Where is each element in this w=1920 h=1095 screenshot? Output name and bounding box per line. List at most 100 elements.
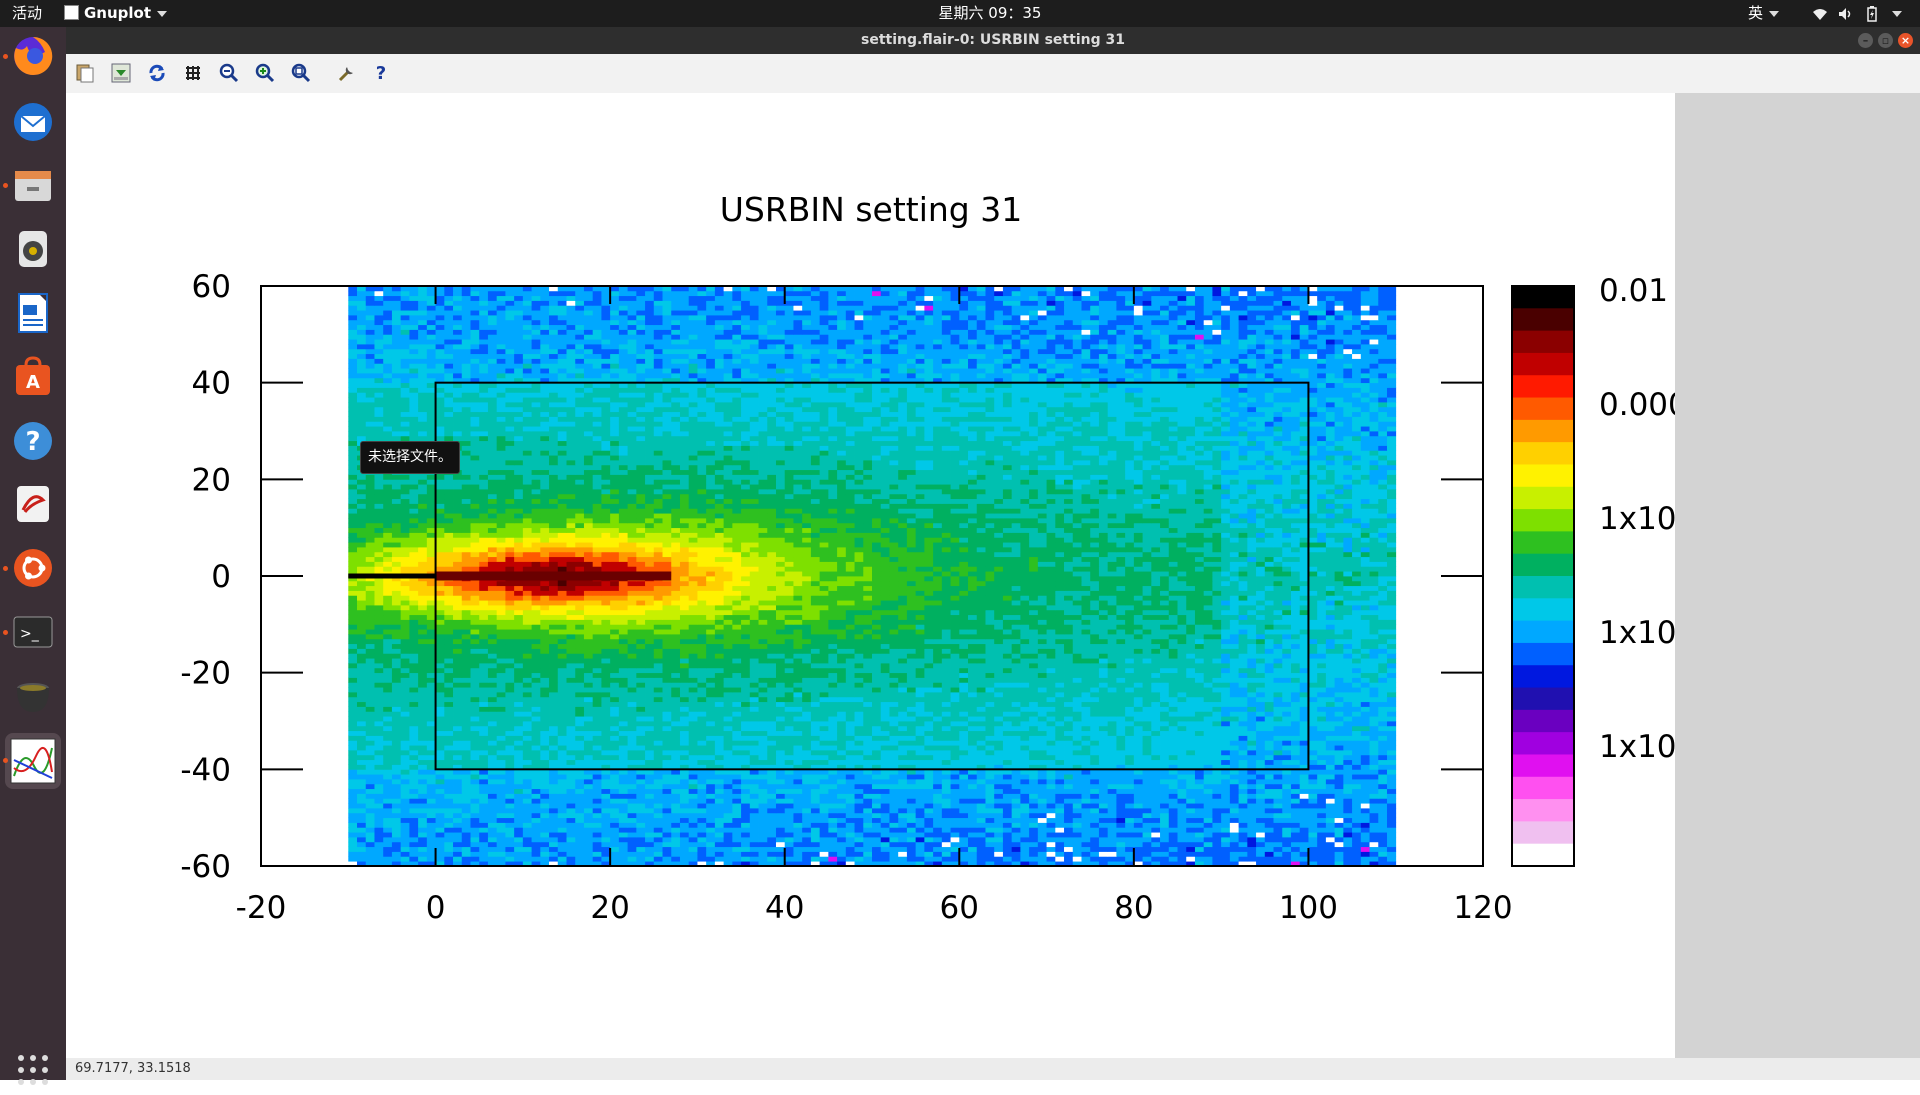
heatmap-cell [1160,682,1169,687]
heatmap-cell [881,813,890,818]
heatmap-cell [532,750,541,755]
heatmap-cell [994,779,1003,784]
close-button[interactable]: × [1898,33,1913,48]
heatmap-cell [1247,832,1256,837]
heatmap-cell [1143,813,1152,818]
help-icon[interactable]: ? [8,416,58,466]
heatmap-cell [654,755,663,760]
files-icon[interactable] [8,160,58,210]
heatmap-cell [863,779,872,784]
heatmap-cell [1370,794,1379,799]
heatmap-cell [977,697,986,702]
print-icon[interactable] [109,61,133,85]
cauldron-icon[interactable] [8,671,58,721]
heatmap-cell [1361,837,1370,842]
heatmap-cell [715,702,724,707]
heatmap-cell [462,856,471,861]
window-title-bar[interactable]: setting.flair-0: USRBIN setting 31 – ▫ × [66,27,1920,54]
heatmap-cell [689,755,698,760]
system-menu[interactable] [1886,0,1902,27]
heatmap-cell [1038,702,1047,707]
heatmap-cell [907,837,916,842]
heatmap-cell [462,774,471,779]
heatmap-cell [820,837,829,842]
heatmap-cell [724,837,733,842]
heatmap-cell [759,818,768,823]
zoom-next-icon[interactable] [253,61,277,85]
heatmap-cell [645,837,654,842]
text-editor-icon[interactable] [8,479,58,529]
heatmap-cell [1361,813,1370,818]
heatmap-cell [697,823,706,828]
heatmap-cell [741,760,750,765]
running-indicator [3,566,8,571]
heatmap-cell [671,794,680,799]
activities-button[interactable]: 活动 [12,0,42,27]
heatmap-cell [750,798,759,803]
gnuplot-icon[interactable] [5,733,61,789]
wifi-icon[interactable] [1812,0,1828,27]
heatmap-cell [1186,740,1195,745]
heatmap-cell [951,726,960,731]
heatmap-cell [549,823,558,828]
volume-icon[interactable] [1838,0,1854,27]
heatmap-cell [1212,692,1221,697]
heatmap-cell [793,726,802,731]
heatmap-cell [593,852,602,857]
heatmap-cell [898,711,907,716]
maximize-button[interactable]: ▫ [1878,33,1893,48]
heatmap-cell [619,707,628,712]
show-applications-icon[interactable] [8,1045,58,1095]
heatmap-cell [977,842,986,847]
heatmap-cell [977,779,986,784]
plot-canvas[interactable]: USRBIN setting 31 -20 0 20 40 60 80 100 120 60 40… [66,93,1675,1062]
grid-icon[interactable] [181,61,205,85]
heatmap-cell [1204,784,1213,789]
firefox-icon[interactable] [8,31,58,81]
thunderbird-icon[interactable] [8,97,58,147]
heatmap-cell [994,755,1003,760]
autoscale-icon[interactable] [289,61,313,85]
battery-icon[interactable] [1866,0,1878,27]
heatmap-cell [1099,803,1108,808]
heatmap-cell [479,760,488,765]
heatmap-cell [863,827,872,832]
heatmap-cell [532,827,541,832]
app-menu[interactable]: Gnuplot [64,0,167,27]
input-method-indicator[interactable]: 英 [1748,0,1779,27]
heatmap-cell [828,682,837,687]
heatmap-cell [549,726,558,731]
ubuntu-icon[interactable] [8,543,58,593]
heatmap-cell [1274,832,1283,837]
copy-icon[interactable] [73,61,97,85]
heatmap-cell [1378,721,1387,726]
replot-icon[interactable] [145,61,169,85]
heatmap-cell [1274,784,1283,789]
clock[interactable]: 星期六 09：35 [930,0,1050,27]
rhythmbox-icon[interactable] [8,224,58,274]
heatmap-cell [1274,789,1283,794]
terminal-icon[interactable]: >_ [8,607,58,657]
zoom-previous-icon[interactable] [217,61,241,85]
writer-icon[interactable] [8,288,58,338]
heatmap-cell [689,716,698,721]
heatmap-cell [715,789,724,794]
minimize-button[interactable]: – [1858,33,1873,48]
software-center-icon[interactable]: A [8,352,58,402]
heatmap-cell [366,740,375,745]
heatmap-cell [1247,678,1256,683]
heatmap-cell [1178,678,1187,683]
heatmap-cell [985,832,994,837]
heatmap-cell [1029,784,1038,789]
heatmap-cell [1317,798,1326,803]
heatmap-cell [593,808,602,813]
heatmap-cell [488,750,497,755]
heatmap-cell [785,731,794,736]
heatmap-cell [1352,687,1361,692]
heatmap-cell [732,774,741,779]
heatmap-cell [1047,818,1056,823]
heatmap-cell [1308,774,1317,779]
help-icon[interactable]: ? [369,61,393,85]
settings-icon[interactable] [335,61,359,85]
heatmap-cell [689,784,698,789]
